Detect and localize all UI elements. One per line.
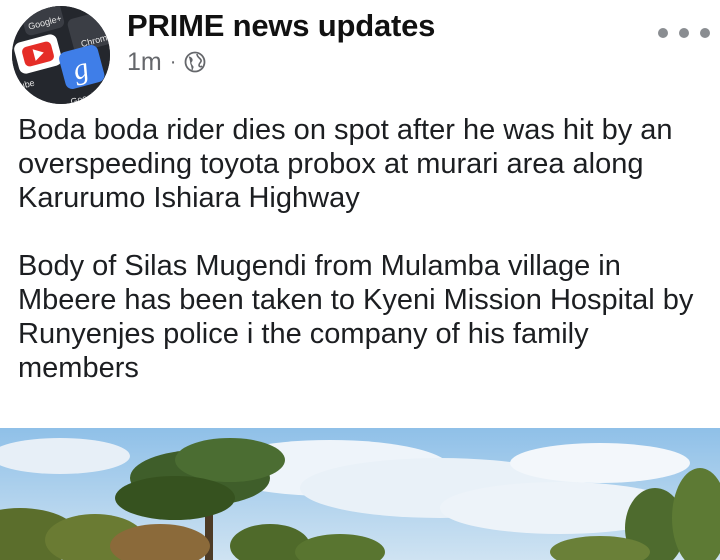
page-name[interactable]: PRIME news updates <box>127 8 435 44</box>
meta-separator: · <box>169 51 177 73</box>
post-body: Boda boda rider dies on spot after he wa… <box>18 113 708 385</box>
more-options-icon <box>658 28 668 38</box>
more-options-button[interactable] <box>658 18 710 48</box>
post-paragraph: Boda boda rider dies on spot after he wa… <box>18 114 673 214</box>
post-photo[interactable] <box>0 428 720 560</box>
post-meta: 1m · <box>127 48 206 76</box>
post-timestamp[interactable]: 1m <box>127 48 162 77</box>
page-avatar[interactable]: Google+ Chrom Tube g Googl <box>12 6 110 104</box>
post-header: Google+ Chrom Tube g Googl PRIME news up… <box>0 0 720 104</box>
globe-icon[interactable] <box>184 51 206 73</box>
landscape-photo <box>0 428 720 560</box>
more-options-dot <box>679 28 689 38</box>
more-options-dot <box>700 28 710 38</box>
post-paragraph: Body of Silas Mugendi from Mulamba villa… <box>18 250 694 384</box>
app-icons-image: Google+ Chrom Tube g Googl <box>12 6 110 104</box>
